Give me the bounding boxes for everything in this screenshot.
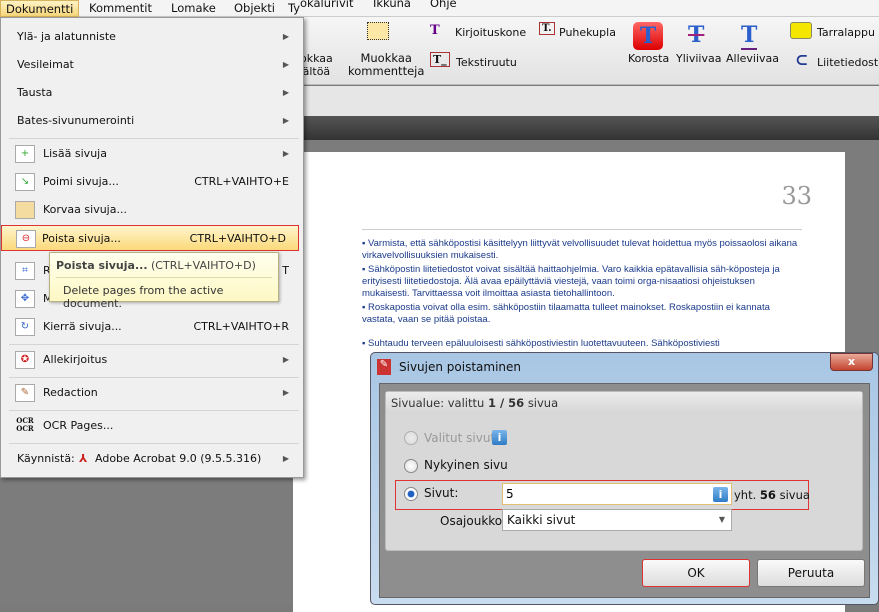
menu-bar: Dokumentti Kommentit Lomake Objekti Ty ö… (0, 0, 879, 17)
attachment-button[interactable]: Liitetiedosto (817, 56, 879, 69)
label-selected-pages: Valitut sivut (424, 431, 496, 445)
edit-comments-icon (367, 22, 389, 40)
sticky-note-button[interactable]: Tarralappu (817, 26, 875, 39)
bullet-item: ▪ Roskapostia voivat olla esim. sähköpos… (362, 302, 770, 325)
dokumentti-dropdown-menu: Ylä- ja alatunniste ▶ Vesileimat ▶ Tausta ▶… (0, 17, 304, 478)
menu-item-rotate-pages[interactable]: ↻ Kierrä sivuja... CTRL+VAIHTO+R (3, 314, 301, 340)
label-pages: Sivut: (424, 486, 459, 500)
insert-pages-icon: + (15, 145, 35, 163)
underline-button[interactable]: Alleviivaa (726, 52, 779, 65)
rotate-icon: ↻ (15, 318, 35, 336)
signature-icon: ✪ (15, 351, 35, 369)
tooltip: Poista sivuja... (CTRL+VAIHTO+D) Delete … (49, 252, 279, 310)
menu-item-header-footer[interactable]: Ylä- ja alatunniste ▶ (3, 24, 301, 50)
pages-input[interactable] (502, 483, 732, 505)
menu-item-bates[interactable]: Bates-sivunumerointi ▶ (3, 108, 301, 134)
subset-label: Osajoukko: (440, 514, 507, 528)
pages-info-icon[interactable]: i (713, 487, 728, 502)
radio-current-page[interactable] (404, 459, 418, 473)
edit-comments-button[interactable]: Muokkaa kommentteja (348, 52, 424, 78)
bullet-list: ▪ Varmista, että sähköpostisi käsittelyy… (362, 229, 802, 326)
menu-tyokalurivit-partial[interactable]: Ty (288, 0, 300, 17)
dialog-title: Sivujen poistaminen (399, 360, 522, 374)
delete-pages-dialog: ✎ Sivujen poistaminen x Sivualue: valitt… (370, 352, 879, 605)
menu-item-redaction[interactable]: ✎ Redaction ▶ (3, 380, 301, 406)
menu-item-launch-acrobat[interactable]: Käynnistä: ⅄ Adobe Acrobat 9.0 (9.5.5.316)… (3, 446, 301, 472)
page-range-group: Sivualue: valittu 1 / 56 sivua Valitut s… (385, 391, 863, 551)
strikethrough-button[interactable]: Yliviivaa (676, 52, 721, 65)
chevron-down-icon: ▼ (718, 515, 725, 524)
textbox-button[interactable]: Tekstiruutu (456, 56, 517, 69)
menu-tyokalurivit[interactable]: ökalurivit (300, 0, 353, 12)
menu-item-replace-pages[interactable]: Korvaa sivuja... (3, 197, 301, 223)
menu-ikkuna[interactable]: Ikkuna (368, 0, 416, 12)
callout-icon: T. (539, 22, 555, 35)
paperclip-icon: ⊂ (795, 50, 809, 69)
callout-button[interactable]: Puhekupla (559, 26, 616, 39)
replace-pages-icon (15, 201, 35, 219)
highlight-icon: T (633, 22, 663, 50)
subset-select[interactable]: Kaikki sivut ▼ (502, 509, 732, 531)
extract-pages-icon: ↘ (15, 173, 35, 191)
menu-dokumentti[interactable]: Dokumentti (0, 0, 80, 17)
page-number: 33 (781, 182, 812, 210)
typewriter-button[interactable]: Kirjoituskone (455, 26, 526, 39)
menu-item-extract-pages[interactable]: ↘ Poimi sivuja... CTRL+VAIHTO+E (3, 169, 301, 195)
sticky-note-icon (790, 22, 812, 39)
total-pages-label: yht. 56 sivua (734, 488, 810, 502)
cancel-button[interactable]: Peruuta (757, 559, 865, 587)
menu-item-watermarks[interactable]: Vesileimat ▶ (3, 52, 301, 78)
page-range-header: Sivualue: valittu 1 / 56 sivua (386, 392, 862, 414)
dialog-app-icon: ✎ (377, 359, 391, 375)
textbox-icon: T_ (430, 52, 450, 67)
bullet-item: ▪ Varmista, että sähköpostisi käsittelyy… (362, 238, 798, 261)
close-button[interactable]: x (830, 353, 873, 371)
delete-pages-icon: ⊖ (16, 230, 36, 248)
crop-icon: ⌗ (15, 262, 35, 280)
bullet-item: ▪ Suhtaudu terveen epäluuloisesti sähköp… (362, 338, 720, 349)
strikethrough-icon: T (688, 22, 705, 48)
radio-pages[interactable] (404, 487, 418, 501)
ok-button[interactable]: OK (642, 559, 750, 587)
info-icon[interactable]: i (492, 430, 507, 445)
menu-item-background[interactable]: Tausta ▶ (3, 80, 301, 106)
menu-objekti[interactable]: Objekti (229, 0, 280, 17)
typewriter-icon: T (430, 23, 440, 38)
radio-selected-pages[interactable] (404, 431, 418, 445)
menu-lomake[interactable]: Lomake (166, 0, 221, 17)
menu-item-signature[interactable]: ✪ Allekirjoitus ▶ (3, 347, 301, 373)
label-current-page: Nykyinen sivu (424, 458, 508, 472)
menu-item-delete-pages[interactable]: ⊖ Poista sivuja... CTRL+VAIHTO+D (1, 225, 299, 251)
menu-kommentit[interactable]: Kommentit (84, 0, 157, 17)
bullet-item: ▪ Sähköpostin liitetiedostot voivat sisä… (362, 264, 780, 299)
menu-ohje[interactable]: Ohje (425, 0, 462, 12)
ocr-icon: OCR OCR (16, 416, 34, 433)
underline-icon: T (741, 22, 758, 50)
menu-item-insert-pages[interactable]: + Lisää sivuja ▶ (3, 141, 301, 167)
move-icon: ✥ (15, 290, 35, 308)
redaction-icon: ✎ (15, 384, 35, 402)
highlight-button[interactable]: Korosta (628, 52, 669, 65)
menu-item-ocr-pages[interactable]: OCR OCR OCR Pages... (3, 413, 301, 439)
edit-content-button[interactable]: okkaa ältöä (300, 52, 333, 78)
acrobat-icon: ⅄ (79, 452, 88, 465)
